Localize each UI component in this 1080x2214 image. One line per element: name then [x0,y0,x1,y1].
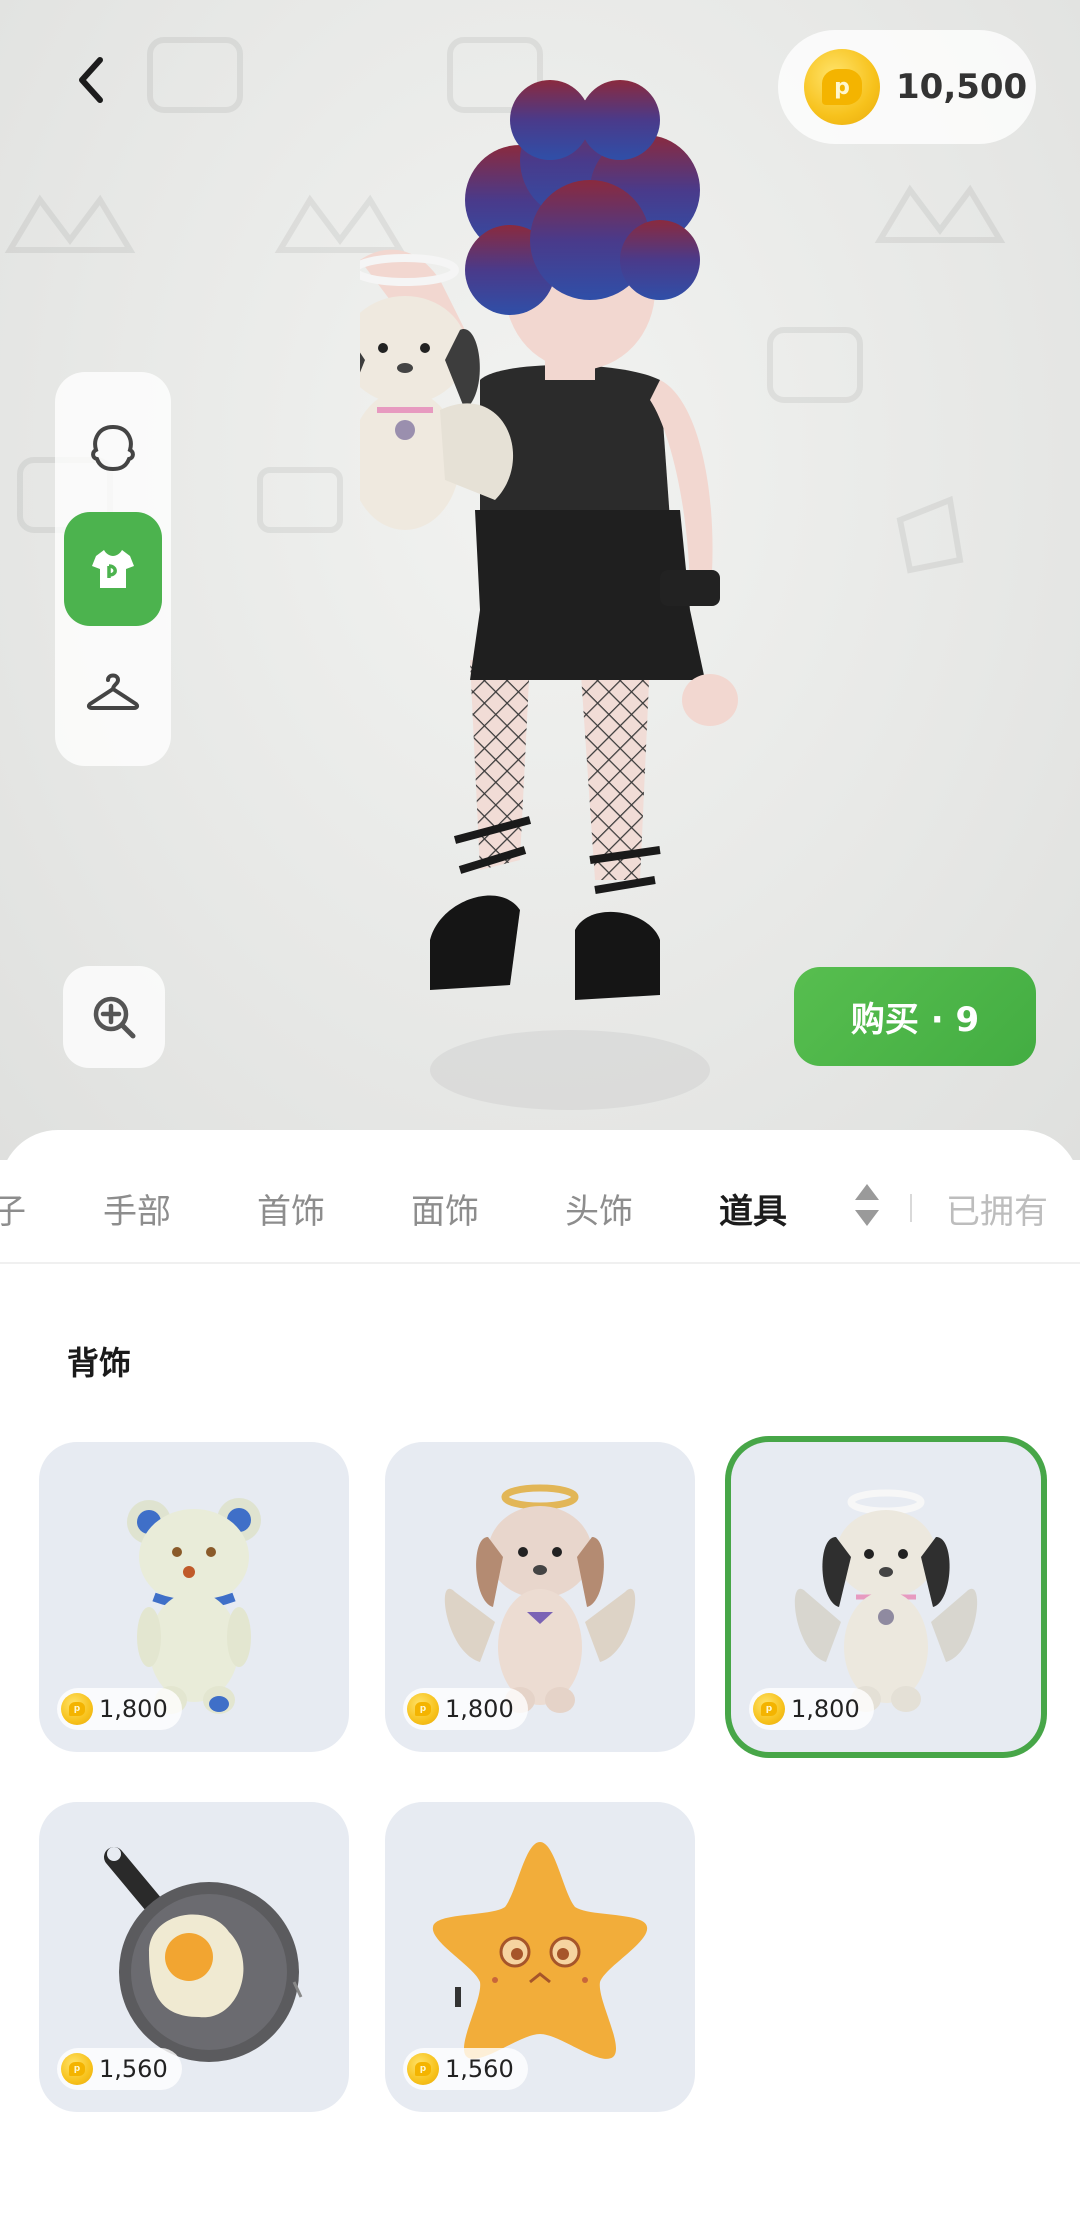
owned-filter[interactable]: 已拥有 [946,1184,1048,1233]
tab-hands[interactable]: 手部 [103,1184,171,1233]
price-tag: p 1,800 [749,1688,874,1730]
wardrobe-category-button[interactable] [64,634,162,748]
item-card[interactable]: p 1,560 [385,1802,695,2112]
price-tag: p 1,560 [403,2048,528,2090]
tab-partial[interactable]: 子 [0,1184,26,1233]
tab-headwear[interactable]: 头饰 [565,1184,633,1233]
section-title: 背饰 [67,1344,132,1382]
clothing-category-button[interactable] [64,512,162,626]
sort-icon[interactable] [852,1180,882,1230]
price-value: 1,560 [99,2055,168,2083]
item-card[interactable]: p 1,560 [39,1802,349,2112]
avatar-character[interactable] [360,80,780,1140]
item-card[interactable]: p 1,800 [385,1442,695,1752]
tab-face-accessories[interactable]: 面饰 [411,1184,479,1233]
back-button[interactable] [62,50,122,110]
coin-icon: p [61,1693,93,1725]
price-value: 1,800 [791,1695,860,1723]
price-value: 1,560 [445,2055,514,2083]
price-tag: p 1,560 [57,2048,182,2090]
avatar-stage: p 10,500 购买 · 9 [0,0,1080,1160]
price-value: 1,800 [445,1695,514,1723]
price-tag: p 1,800 [57,1688,182,1730]
coin-balance-amount: 10,500 [896,67,1028,107]
buy-button[interactable]: 购买 · 9 [794,967,1036,1066]
hanger-icon [86,673,140,710]
face-icon [91,424,135,472]
tab-jewelry[interactable]: 首饰 [257,1184,325,1233]
outfit-category-rail [55,372,171,766]
coin-icon: p [804,49,880,125]
item-card-selected[interactable]: p 1,800 [731,1442,1041,1752]
item-card[interactable]: p 1,800 [39,1442,349,1752]
coin-icon: p [407,1693,439,1725]
shirt-icon [92,550,134,588]
coin-icon: p [407,2053,439,2085]
item-sheet: 子 手部 首饰 面饰 头饰 道具 已拥有 背饰 p 1,800 p 1,800 … [0,1130,1080,2214]
zoom-in-icon [93,996,136,1039]
tab-props[interactable]: 道具 [719,1184,787,1233]
coin-icon: p [753,1693,785,1725]
price-value: 1,800 [99,1695,168,1723]
coin-balance[interactable]: p 10,500 [778,30,1036,144]
coin-icon: p [61,2053,93,2085]
tab-divider [910,1194,912,1222]
face-category-button[interactable] [64,390,162,504]
price-tag: p 1,800 [403,1688,528,1730]
category-tabs: 子 手部 首饰 面饰 头饰 道具 已拥有 [0,1130,1080,1264]
zoom-button[interactable] [63,966,165,1068]
